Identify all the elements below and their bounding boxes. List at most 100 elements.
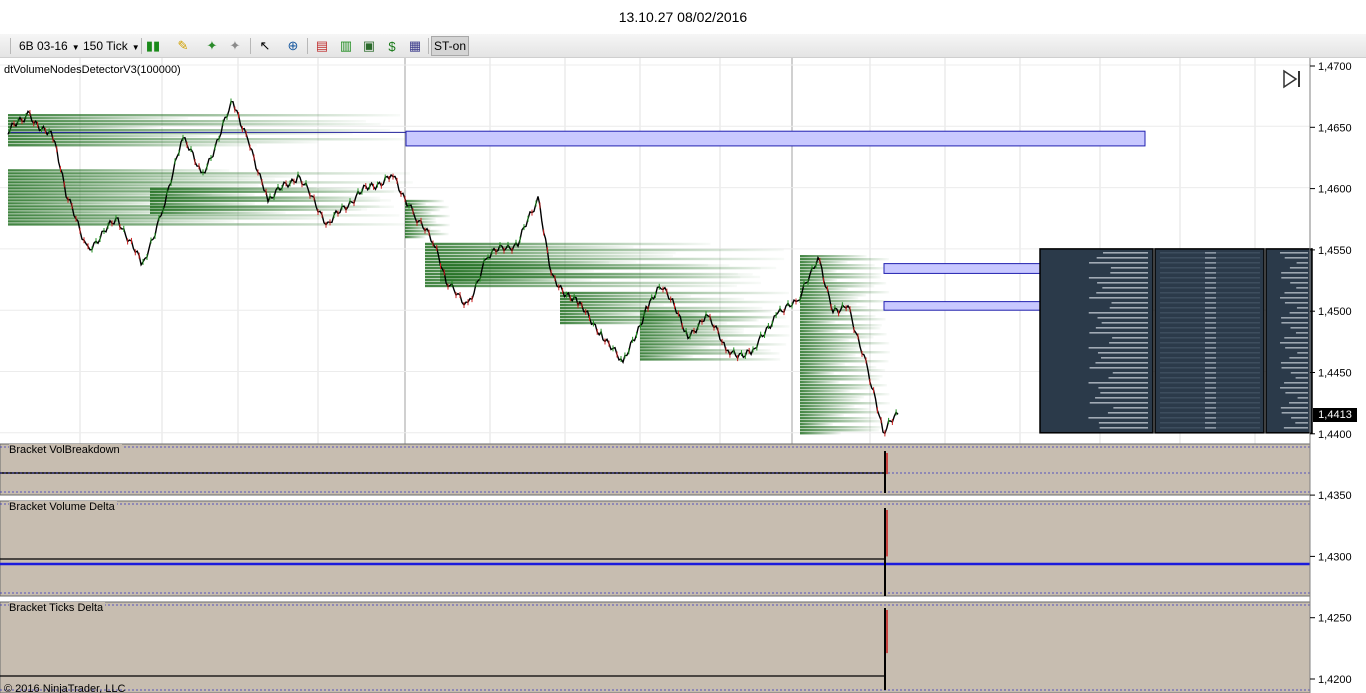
volume-node-band: [8, 223, 411, 226]
dollar-icon[interactable]: $: [383, 37, 401, 55]
volume-node-band: [800, 255, 867, 258]
bar-style-icon[interactable]: ▮▮: [144, 37, 162, 55]
window-title: 13.10.27 08/02/2016: [618, 9, 748, 25]
volume-node-band: [8, 217, 336, 220]
volume-node-band: [150, 187, 362, 190]
volume-node-band: [800, 273, 882, 276]
sparkline-icon[interactable]: ▣: [360, 37, 378, 55]
indicator-panel: [0, 500, 1311, 597]
interval-selector[interactable]: 150 Tick ▼: [83, 37, 140, 55]
volume-node-band: [8, 220, 235, 223]
volume-node-band: [800, 315, 876, 318]
volume-node-band: [405, 229, 441, 233]
panel-label: Bracket Ticks Delta: [9, 602, 106, 614]
zoom-icon[interactable]: ⊕: [284, 37, 302, 55]
volume-node-band: [800, 351, 890, 354]
volume-node-band: [800, 261, 848, 264]
volume-node-band: [640, 349, 771, 352]
volume-node-band: [800, 336, 874, 339]
volume-node-band: [8, 214, 400, 217]
volume-node-band: [8, 138, 407, 141]
volume-node-band: [800, 291, 890, 294]
volume-node-band: [150, 193, 255, 196]
volume-node-band: [800, 429, 880, 432]
copyright: © 2016 NinjaTrader, LLC: [4, 683, 126, 693]
volume-node-band: [8, 117, 189, 120]
strategy-on-button[interactable]: ST-on: [431, 36, 469, 56]
pin-add-icon[interactable]: ✦: [203, 37, 221, 55]
volume-node-band: [8, 178, 275, 181]
volume-node-band: [560, 294, 692, 298]
volume-node-band: [800, 423, 834, 426]
volume-node-band: [800, 339, 850, 342]
chevron-down-icon: ▼: [71, 43, 80, 52]
volume-node-band: [425, 284, 737, 288]
volume-node-band: [800, 276, 882, 279]
volume-node-band: [640, 313, 710, 316]
volume-node-band: [800, 285, 875, 288]
volume-node-band: [560, 306, 763, 310]
strategy-icon[interactable]: ▤: [313, 37, 331, 55]
volume-node-band: [150, 205, 395, 208]
volume-node-band: [425, 242, 711, 246]
instrument-selector[interactable]: 6B 03-16 ▼: [19, 37, 80, 55]
volume-node-band: [800, 378, 880, 381]
chart-icon[interactable]: ▥: [337, 37, 355, 55]
volume-node-band: [800, 384, 888, 387]
volume-node-band: [800, 288, 849, 291]
volume-node-band: [405, 211, 432, 215]
scroll-to-end-icon[interactable]: [1281, 68, 1303, 90]
volume-node-band: [8, 169, 230, 172]
axis-tick-label: 1,4250: [1318, 613, 1352, 625]
volume-node-band: [8, 126, 161, 129]
volume-node-band: [8, 123, 381, 126]
volume-node-band: [800, 381, 840, 384]
chart-canvas[interactable]: 1,4700 1,4650 1,4600 1,4550 1,4500 1,4450 1,44…: [0, 58, 1366, 693]
volume-node-band: [405, 214, 450, 218]
volume-node-band: [800, 363, 846, 366]
volume-node-band: [425, 251, 676, 255]
profile-column: [1154, 248, 1265, 434]
volume-node-band: [440, 267, 761, 270]
volume-node-band: [640, 358, 781, 361]
axis-tick-label: 1,4300: [1318, 551, 1352, 563]
volume-node-band: [8, 202, 163, 205]
cursor-icon[interactable]: ↖: [256, 37, 274, 55]
volume-node-band: [800, 390, 851, 393]
volume-node-band: [800, 375, 883, 378]
volume-node-band: [425, 248, 784, 252]
volume-node-band: [8, 114, 401, 117]
volume-node-band: [425, 245, 634, 249]
toolbar-separator: [428, 38, 429, 54]
volume-node-band: [440, 276, 741, 279]
volume-node-band: [405, 202, 427, 206]
volume-node-band: [800, 369, 886, 372]
indicator-panel: [0, 601, 1311, 693]
volume-node-band: [800, 333, 887, 336]
volume-node-band: [800, 405, 855, 408]
indicator-panels: [0, 443, 1311, 693]
volume-node-band: [150, 208, 362, 211]
volume-node-band: [800, 258, 890, 261]
axis-tick-label: 1,4600: [1318, 184, 1352, 196]
volume-nodes: [8, 114, 890, 435]
volume-node-band: [425, 254, 673, 258]
pin-remove-icon[interactable]: ✦: [226, 37, 244, 55]
volume-node-band: [800, 345, 866, 348]
volume-node-band: [640, 355, 694, 358]
volume-node-band: [800, 420, 885, 423]
toolbar-separator: [141, 38, 142, 54]
volume-node-band: [800, 372, 835, 375]
pencil-icon[interactable]: ✎: [174, 37, 192, 55]
volume-node-band: [8, 129, 391, 132]
chart-area[interactable]: 1,4700 1,4650 1,4600 1,4550 1,4500 1,4450 1,44…: [0, 58, 1366, 693]
indicator-panel: [0, 443, 1311, 496]
volume-node-band: [800, 432, 841, 435]
volume-node-band: [8, 175, 302, 178]
volume-node-band: [800, 330, 839, 333]
volume-node-band: [8, 181, 413, 184]
toolbar-separator: [250, 38, 251, 54]
volume-node-band: [440, 273, 753, 276]
properties-icon[interactable]: ▦: [406, 37, 424, 55]
volume-node-band: [800, 324, 883, 327]
